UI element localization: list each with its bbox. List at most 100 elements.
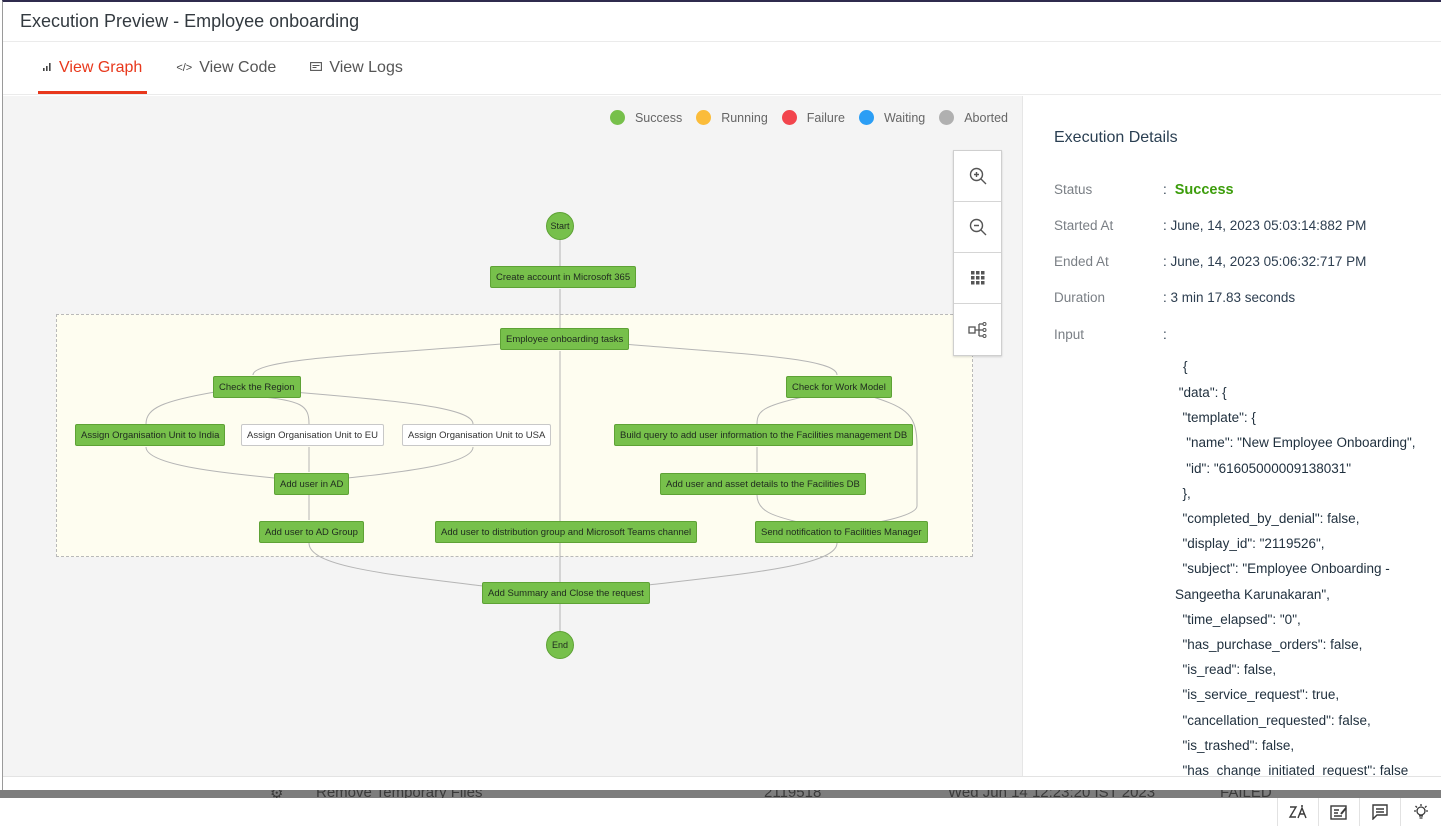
node-ou-usa[interactable]: Assign Organisation Unit to USA: [402, 424, 552, 446]
node-end[interactable]: End: [546, 631, 574, 659]
node-label: Check for Work Model: [792, 381, 886, 393]
json-line: "time_elapsed": "0",: [1175, 611, 1301, 627]
tab-label: View Logs: [329, 59, 403, 76]
lightbulb-button[interactable]: [1400, 798, 1441, 826]
node-label: Start: [550, 221, 570, 231]
zoom-in-button[interactable]: [954, 151, 1001, 202]
edge: [145, 391, 216, 425]
flow-layout-icon: [967, 321, 986, 338]
node-notify-facilities[interactable]: Send notification to Facilities Manager: [755, 521, 928, 543]
code-icon: </>: [176, 62, 193, 74]
status-row: Status : Success: [1054, 182, 1234, 198]
edge: [756, 396, 804, 425]
modal-content: Success Running Failure Waiting Aborted: [3, 96, 1441, 776]
row-date: Wed Jun 14 12:23:20 IST 2023: [948, 790, 1155, 798]
workflow-graph-canvas[interactable]: Success Running Failure Waiting Aborted: [3, 96, 1023, 776]
input-colon: :: [1163, 327, 1167, 342]
layout-button[interactable]: [954, 304, 1001, 355]
chat-icon: [1372, 804, 1388, 820]
execution-preview-modal: Execution Preview - Employee onboarding …: [2, 0, 1441, 790]
node-build-query[interactable]: Build query to add user information to t…: [614, 424, 914, 446]
node-label: Assign Organisation Unit to USA: [408, 429, 546, 441]
node-label: Employee onboarding tasks: [506, 333, 624, 345]
json-line: "has_purchase_orders": false,: [1175, 637, 1363, 653]
row-settings-icon: ⚙: [270, 790, 283, 798]
node-label: Add user to distribution group and Micro…: [441, 526, 692, 538]
node-add-user-ad[interactable]: Add user in AD: [274, 473, 350, 495]
bottom-toolbar: [0, 798, 1441, 826]
edit-note-icon: [1330, 805, 1347, 820]
edge: [145, 446, 276, 479]
node-add-distribution[interactable]: Add user to distribution group and Micro…: [435, 521, 698, 543]
fit-view-button[interactable]: [954, 253, 1001, 304]
json-line: "is_service_request": true,: [1175, 687, 1340, 703]
node-create-account[interactable]: Create account in Microsoft 365: [490, 266, 637, 288]
node-add-ad-group[interactable]: Add user to AD Group: [259, 521, 364, 543]
edge: [842, 396, 918, 529]
json-line: "template": {: [1175, 410, 1256, 426]
json-line: },: [1175, 485, 1191, 501]
ended-value: : June, 14, 2023 05:06:32:717 PM: [1163, 254, 1367, 269]
tab-view-logs[interactable]: View Logs: [305, 42, 408, 94]
node-check-region[interactable]: Check the Region: [213, 376, 301, 398]
json-line: "cancellation_requested": false,: [1175, 712, 1371, 728]
execution-details-panel: Execution Details Status : Success Start…: [1023, 96, 1441, 776]
lightbulb-icon: [1414, 804, 1428, 819]
row-status: FAILED: [1220, 790, 1272, 798]
json-line: "is_read": false,: [1175, 662, 1277, 678]
modal-title: Execution Preview - Employee onboarding: [20, 11, 360, 31]
json-line: "is_trashed": false,: [1175, 737, 1295, 753]
node-label: Add Summary and Close the request: [488, 587, 644, 599]
tab-bar: View Graph </> View Code View Logs: [3, 42, 1441, 95]
node-label: Check the Region: [219, 381, 295, 393]
node-label: Assign Organisation Unit to India: [81, 429, 220, 441]
node-add-facilities-db[interactable]: Add user and asset details to the Facili…: [660, 473, 866, 495]
started-row: Started At : June, 14, 2023 05:03:14:882…: [1054, 218, 1366, 233]
status-value: Success: [1174, 182, 1234, 198]
edge: [308, 542, 484, 587]
input-json: { "data": { "template": { "name": "New E…: [1175, 359, 1416, 776]
node-label: Build query to add user information to t…: [620, 429, 908, 441]
node-ou-india[interactable]: Assign Organisation Unit to India: [75, 424, 226, 446]
details-title: Execution Details: [1054, 129, 1178, 146]
tab-view-graph[interactable]: View Graph: [38, 42, 148, 94]
chat-button[interactable]: [1359, 798, 1400, 826]
modal-footer-divider: [3, 776, 1441, 777]
node-label: Add user in AD: [280, 478, 344, 490]
grid-icon: [970, 271, 984, 285]
json-line: Sangeetha Karunakaran",: [1175, 586, 1330, 602]
zoom-in-icon: [969, 167, 986, 185]
zoom-controls: [953, 150, 1002, 356]
duration-label: Duration: [1054, 290, 1106, 305]
started-label: Started At: [1054, 218, 1114, 233]
json-line: "subject": "Employee Onboarding -: [1175, 561, 1390, 577]
started-value: : June, 14, 2023 05:03:14:882 PM: [1163, 218, 1367, 233]
tab-label: View Graph: [59, 59, 143, 76]
json-line: "completed_by_denial": false,: [1175, 511, 1360, 527]
json-line: "display_id": "2119526",: [1175, 536, 1325, 552]
tab-view-code[interactable]: </> View Code: [171, 42, 281, 94]
edge: [346, 446, 474, 479]
bar-chart-icon: [43, 62, 52, 74]
status-colon: :: [1163, 182, 1167, 197]
translate-icon: [1288, 805, 1307, 819]
background-list-row: ⚙ Remove Temporary Files 2119518 Wed Jun…: [0, 790, 1441, 798]
duration-row: Duration : 3 min 17.83 seconds: [1054, 290, 1295, 305]
edge: [252, 343, 502, 376]
json-line: "has_change_initiated_request": false: [1175, 763, 1409, 776]
node-add-summary[interactable]: Add Summary and Close the request: [482, 582, 650, 604]
tab-label: View Code: [199, 59, 277, 76]
ended-row: Ended At : June, 14, 2023 05:06:32:717 P…: [1054, 254, 1366, 269]
node-onboarding-tasks[interactable]: Employee onboarding tasks: [500, 328, 630, 350]
node-ou-eu[interactable]: Assign Organisation Unit to EU: [241, 424, 384, 446]
json-line: "id": "61605000009138031": [1175, 460, 1352, 476]
edit-note-button[interactable]: [1318, 798, 1359, 826]
node-label: Add user and asset details to the Facili…: [666, 478, 860, 490]
zoom-out-button[interactable]: [954, 202, 1001, 253]
node-start[interactable]: Start: [546, 212, 574, 240]
node-check-work-model[interactable]: Check for Work Model: [786, 376, 892, 398]
translate-button[interactable]: [1277, 798, 1318, 826]
json-line: {: [1183, 359, 1188, 374]
node-label: Assign Organisation Unit to EU: [247, 429, 378, 441]
status-label: Status: [1054, 182, 1093, 197]
